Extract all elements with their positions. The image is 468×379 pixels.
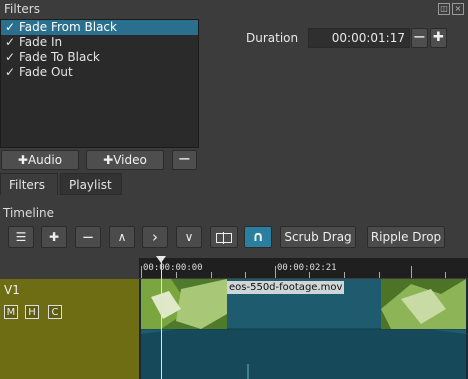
mute-button[interactable]: M [4,305,18,319]
magnet-icon: ∩ [252,229,264,245]
checkbox-fade-to-black[interactable]: ✓ [5,50,19,65]
tab-playlist[interactable]: Playlist [60,173,122,195]
checkbox-fade-from-black[interactable]: ✓ [5,20,19,35]
timeline-menu-button[interactable]: ☰ [8,226,34,248]
filter-list: ✓ Fade From Black ✓ Fade In ✓ Fade To Black… [0,19,199,148]
panel-header-controls: ◫ × [438,3,464,15]
filter-item-fade-in[interactable]: ✓ Fade In [1,35,198,50]
filter-label: Fade In [19,35,63,49]
timeline-ruler[interactable]: 00:00:00:00 00:00:02:21 [139,256,468,278]
track-name: V1 [4,283,20,297]
add-audio-filter-button[interactable]: ✚Audio [1,150,79,170]
append-button[interactable]: ✚ [41,226,67,248]
duration-increase-button[interactable]: ✚ [430,28,447,48]
hide-button[interactable]: H [25,305,39,319]
add-video-label: Video [113,153,147,167]
split-icon [216,232,232,244]
composite-button[interactable]: C [48,305,62,319]
duration-label: Duration [246,31,299,45]
checkbox-fade-in[interactable]: ✓ [5,35,19,50]
overwrite-button[interactable]: › [142,226,168,248]
duration-field[interactable]: 00:00:01:17 [308,28,410,48]
checkbox-fade-out[interactable]: ✓ [5,65,19,80]
scrub-drag-button[interactable]: Scrub Drag [280,226,356,248]
video-clip[interactable]: eos-550d-footage.mov [141,279,466,379]
remove-button[interactable]: − [75,226,101,248]
close-panel-icon[interactable]: × [452,3,464,15]
plus-icon: ✚ [103,153,114,167]
track-header-v1[interactable] [0,279,139,379]
add-video-filter-button[interactable]: ✚Video [86,150,164,170]
filter-item-fade-from-black[interactable]: ✓ Fade From Black [1,20,198,35]
ripple-drop-button[interactable]: Ripple Drop [367,226,445,248]
filter-label: Fade From Black [19,20,117,34]
filter-label: Fade To Black [19,50,100,64]
filter-label: Fade Out [19,65,73,79]
filter-item-fade-out[interactable]: ✓ Fade Out [1,65,198,80]
filter-item-fade-to-black[interactable]: ✓ Fade To Black [1,50,198,65]
split-button[interactable] [210,226,238,248]
filters-panel-title: Filters [4,2,40,16]
snap-button[interactable]: ∩ [244,226,272,248]
timeline-title: Timeline [3,206,55,220]
add-audio-label: Audio [27,153,63,167]
lift-button[interactable]: ∧ [109,226,135,248]
tab-filters[interactable]: Filters [0,173,58,195]
plus-icon: ✚ [17,153,28,167]
clip-graphics [141,279,466,379]
insert-button[interactable]: ∨ [176,226,202,248]
float-panel-icon[interactable]: ◫ [438,3,450,15]
ruler-start-label: 00:00:00:00 [143,263,203,273]
remove-filter-button[interactable]: − [172,150,197,170]
duration-decrease-button[interactable]: − [411,28,428,48]
ruler-mark-label: 00:00:02:21 [277,263,337,273]
clip-name-label: eos-550d-footage.mov [227,281,345,294]
playhead-line [161,258,162,379]
